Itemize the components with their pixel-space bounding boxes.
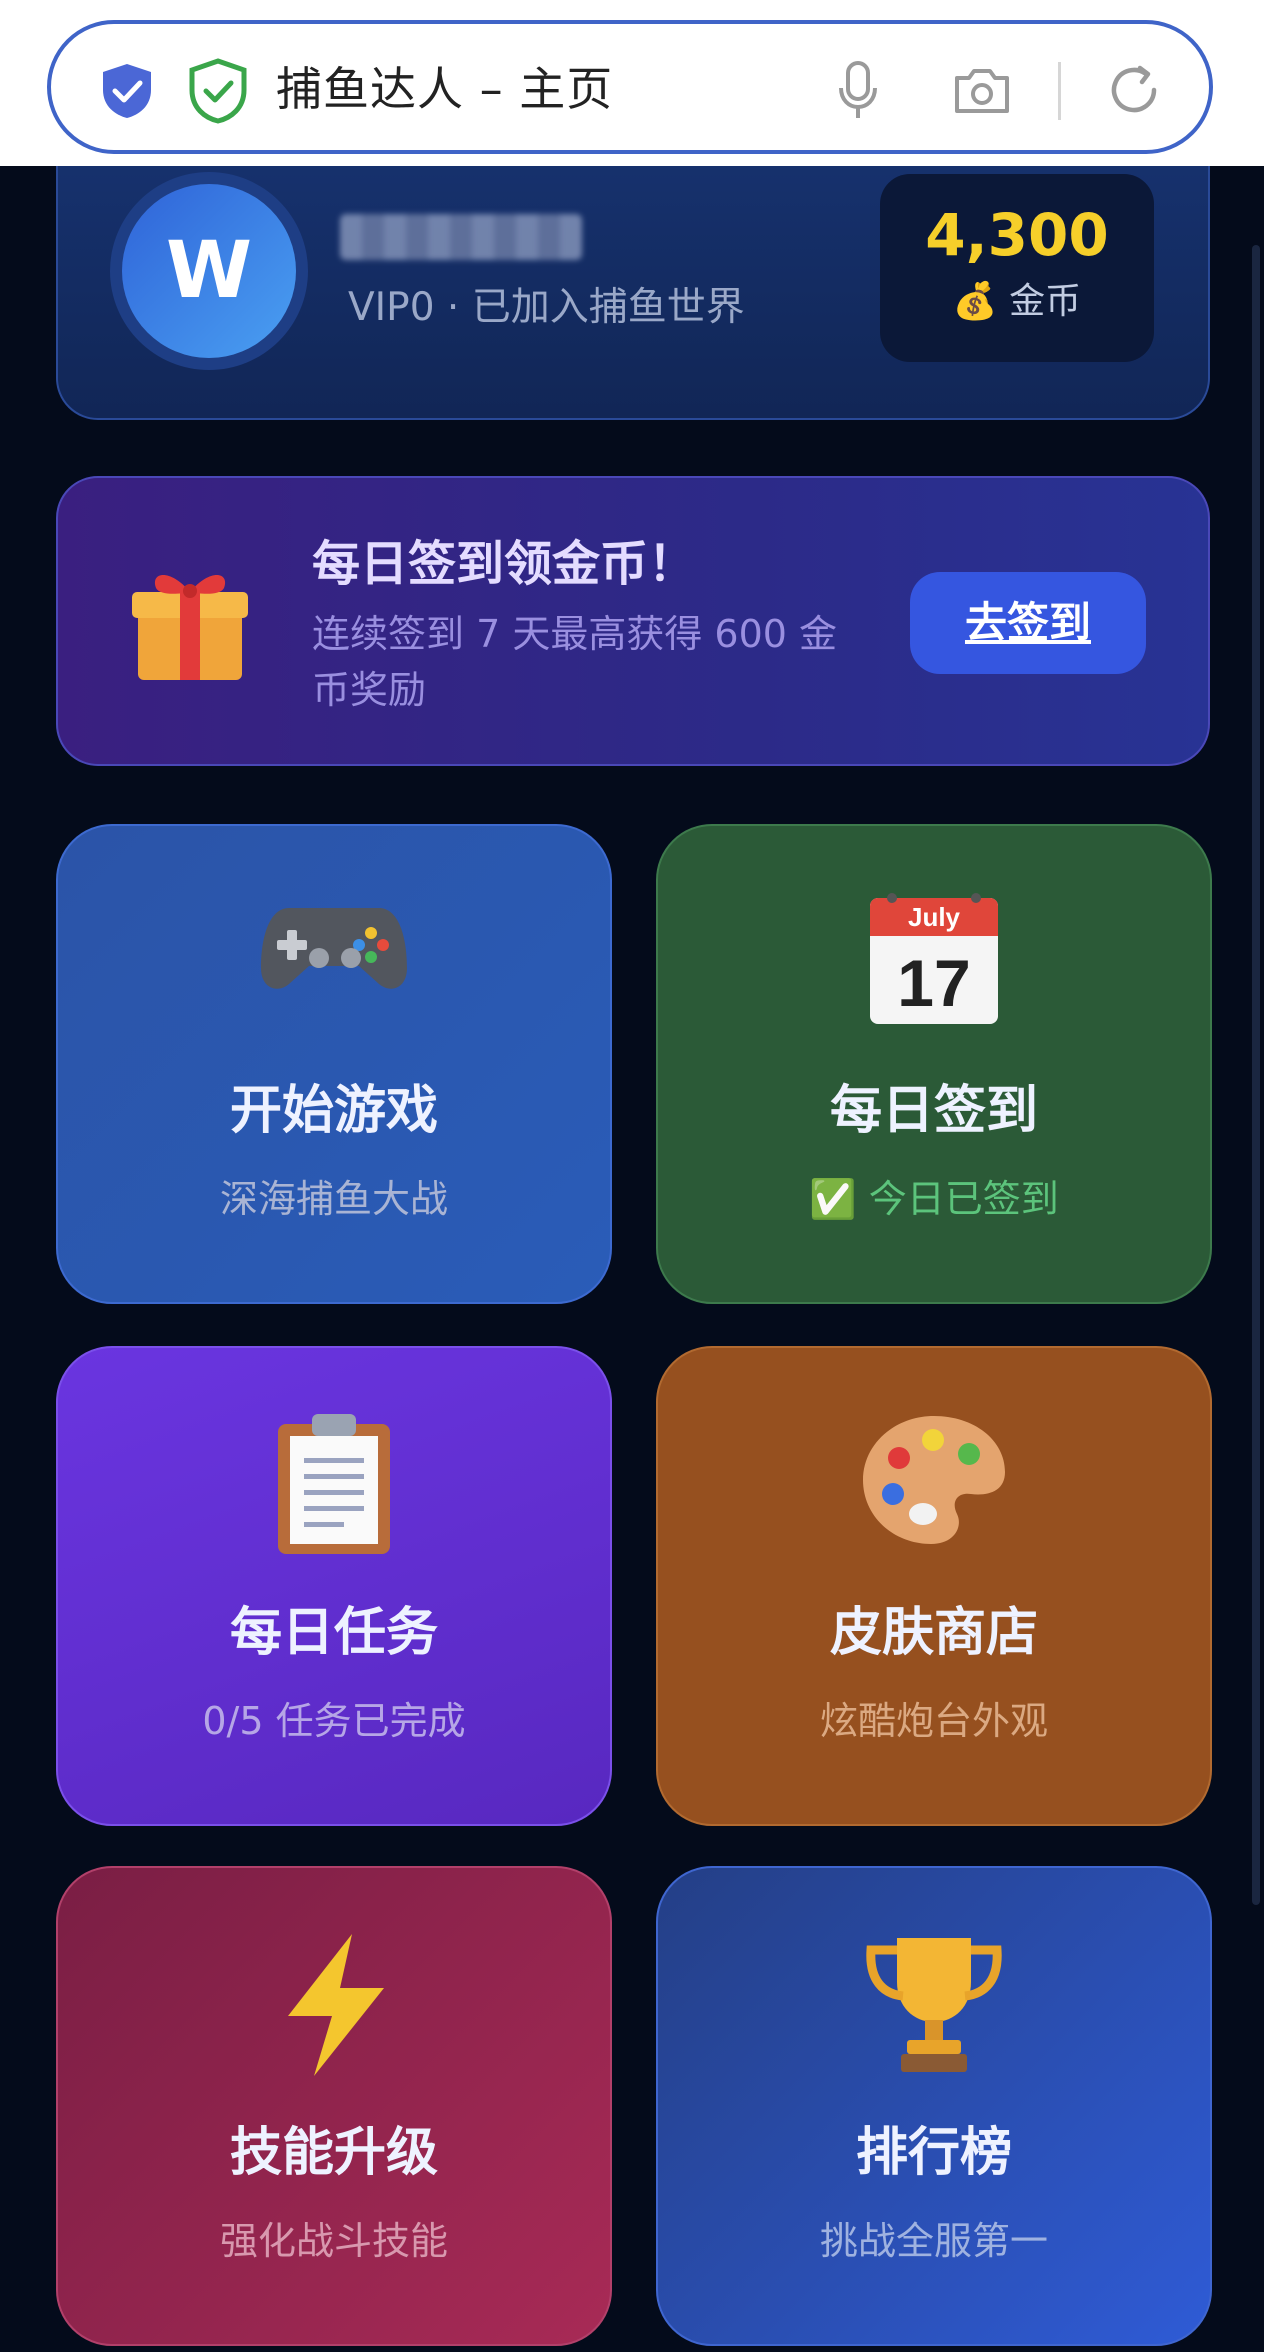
camera-icon[interactable] — [951, 66, 1013, 116]
palette-icon — [863, 1416, 1005, 1544]
card-subtitle: 深海捕鱼大战 — [219, 1177, 448, 1221]
card-title: 每日签到 — [829, 1081, 1038, 1141]
gift-icon — [132, 575, 248, 680]
page-title[interactable]: 捕鱼达人 – 主页 — [276, 54, 613, 124]
card-skin-store[interactable]: 皮肤商店 炫酷炮台外观 — [656, 1346, 1212, 1826]
card-skill-upgrade[interactable]: 技能升级 强化战斗技能 — [56, 1866, 612, 2346]
card-daily-checkin[interactable]: July 17 每日签到 ✅ 今日已签到 — [656, 824, 1212, 1304]
toolbar-divider — [1058, 62, 1061, 120]
calendar-day: 17 — [897, 946, 970, 1020]
gamepad-icon — [261, 908, 407, 989]
secure-check-icon[interactable] — [187, 58, 249, 124]
microphone-icon[interactable] — [836, 60, 880, 122]
card-title: 技能升级 — [229, 2123, 438, 2183]
lightning-icon — [288, 1934, 384, 2076]
avatar[interactable]: W — [110, 172, 308, 370]
card-title: 排行榜 — [855, 2123, 1012, 2183]
scrollbar[interactable] — [1252, 245, 1260, 1905]
address-bar[interactable]: 捕鱼达人 – 主页 — [47, 20, 1213, 154]
banner-subtitle: 连续签到 7 天最高获得 600 金币奖励 — [312, 612, 838, 712]
card-start-game[interactable]: 开始游戏 深海捕鱼大战 — [56, 824, 612, 1304]
card-subtitle: ✅ 今日已签到 — [809, 1177, 1059, 1221]
card-subtitle: 0/5 任务已完成 — [202, 1699, 466, 1743]
avatar-letter: W — [122, 184, 296, 358]
coin-balance[interactable]: 4,300 💰 金币 — [880, 174, 1154, 362]
banner-title: 每日签到领金币！ — [312, 536, 697, 592]
card-daily-tasks[interactable]: 每日任务 0/5 任务已完成 — [56, 1346, 612, 1826]
checkin-button[interactable]: 去签到 — [910, 572, 1146, 674]
card-title: 开始游戏 — [229, 1081, 438, 1141]
card-title: 每日任务 — [229, 1603, 438, 1663]
card-subtitle: 强化战斗技能 — [219, 2219, 448, 2263]
card-leaderboard[interactable]: 排行榜 挑战全服第一 — [656, 1866, 1212, 2346]
calendar-icon: July 17 — [870, 893, 998, 1024]
trophy-icon — [866, 1938, 1002, 2072]
coin-amount: 4,300 — [925, 201, 1109, 269]
coin-label: 💰 金币 — [952, 281, 1082, 322]
daily-checkin-banner: 每日签到领金币！ 连续签到 7 天最高获得 600 金币奖励 去签到 — [56, 476, 1210, 766]
calendar-month: July — [908, 902, 961, 932]
reload-icon[interactable] — [1106, 62, 1162, 118]
username-redacted — [340, 214, 582, 260]
clipboard-icon — [278, 1414, 390, 1554]
browser-toolbar: 捕鱼达人 – 主页 — [0, 0, 1264, 166]
card-title: 皮肤商店 — [829, 1603, 1038, 1663]
card-subtitle: 挑战全服第一 — [819, 2219, 1048, 2263]
shield-icon[interactable] — [99, 62, 155, 120]
vip-status: VIP0 · 已加入捕鱼世界 — [348, 285, 745, 330]
card-subtitle: 炫酷炮台外观 — [819, 1699, 1048, 1743]
